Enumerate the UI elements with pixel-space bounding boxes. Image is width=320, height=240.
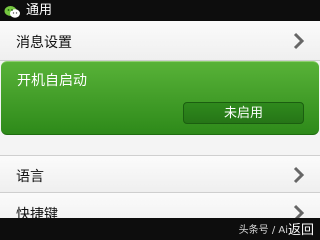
auto-start-state-button[interactable]: 未启用 <box>183 102 304 124</box>
language-item[interactable]: 语言 <box>0 155 320 193</box>
notification-settings-item[interactable]: 消息设置 <box>0 21 320 61</box>
title-bar: 通用 <box>0 0 320 21</box>
watermark: 头条号 / Ai <box>238 225 288 236</box>
notification-settings-label: 消息设置 <box>16 35 72 51</box>
page-title: 通用 <box>26 3 53 18</box>
section-spacer <box>0 135 320 155</box>
auto-start-label: 开机自启动 <box>17 73 87 89</box>
wechat-icon <box>4 4 21 18</box>
chevron-right-icon <box>292 31 306 51</box>
back-button[interactable]: 返回 <box>288 219 314 238</box>
auto-start-item[interactable]: 开机自启动 未启用 <box>1 61 319 135</box>
settings-list: 消息设置 开机自启动 未启用 语言 快捷键 <box>0 21 320 233</box>
bottom-bar: 头条号 / Ai 返回 <box>0 218 320 240</box>
language-label: 语言 <box>16 169 44 185</box>
chevron-right-icon <box>292 165 306 185</box>
